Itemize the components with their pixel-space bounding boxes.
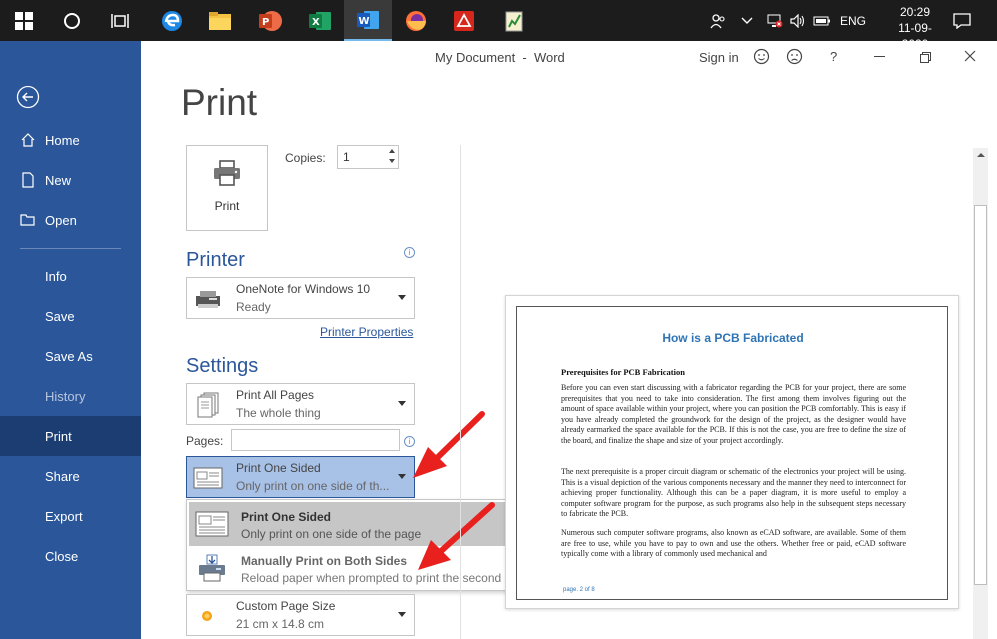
red-arrow-icon	[418, 502, 495, 570]
preview-scrollbar[interactable]	[973, 148, 988, 639]
preview-footer: page. 2 of 8	[563, 587, 595, 593]
preview-paragraph: The next prerequisite is a proper circui…	[561, 467, 906, 518]
preview-paragraph: Before you can even start discussing wit…	[561, 383, 906, 445]
red-arrow-icon	[413, 411, 485, 478]
preview-doc-title: How is a PCB Fabricated	[662, 331, 804, 345]
preview-page-border: How is a PCB Fabricated Prerequisites fo…	[516, 306, 948, 600]
preview-subheading: Prerequisites for PCB Fabrication	[561, 367, 685, 377]
panel-divider	[460, 145, 461, 639]
preview-paragraph: Numerous such computer software programs…	[561, 528, 906, 558]
scroll-up-icon[interactable]	[977, 153, 985, 157]
scroll-thumb[interactable]	[974, 205, 987, 585]
print-preview-page: How is a PCB Fabricated Prerequisites fo…	[505, 295, 959, 609]
